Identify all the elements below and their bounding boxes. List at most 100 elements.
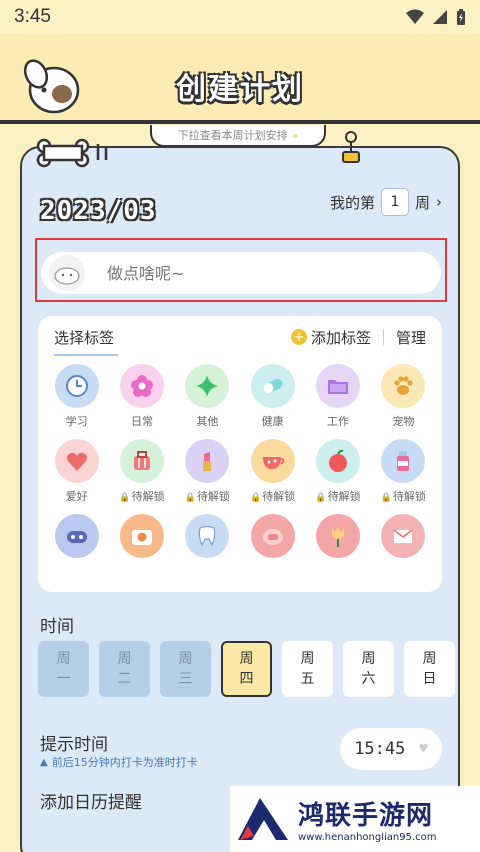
reminder-subtitle-text: 前后15分钟内打卡为准时打卡 bbox=[51, 756, 198, 769]
tag-label: 🔒待解锁 bbox=[250, 488, 295, 504]
lock-icon: 🔒 bbox=[380, 493, 392, 503]
weekday-button[interactable]: 周一 bbox=[38, 641, 89, 697]
tag-item[interactable] bbox=[371, 514, 436, 558]
clock-icon bbox=[54, 364, 99, 408]
weekday-button[interactable]: 周日 bbox=[404, 641, 455, 697]
heart-icon: ♥ bbox=[419, 741, 428, 757]
camera-icon bbox=[119, 514, 164, 558]
tag-label: 日常 bbox=[131, 413, 153, 429]
tag-label-text: 其他 bbox=[196, 415, 219, 428]
tag-label-text: 爱好 bbox=[65, 490, 88, 503]
reminder-subtitle: ▲ 前后15分钟内打卡为准时打卡 bbox=[40, 754, 198, 770]
tags-panel: 选择标签 + 添加标签 管理 学习 日常 其他 健康 工作 宠物 爱好 🔒待解锁 🔒待解锁 🔒待解… bbox=[38, 316, 442, 592]
tag-item[interactable] bbox=[240, 514, 305, 558]
weekday-button[interactable]: 周四 bbox=[221, 641, 272, 697]
dog-face-icon bbox=[49, 255, 85, 291]
manage-tags-button[interactable]: 管理 bbox=[396, 327, 426, 348]
tag-item[interactable]: 工作 bbox=[305, 364, 370, 429]
tag-item[interactable]: 爱好 bbox=[44, 439, 109, 504]
tag-label: 工作 bbox=[327, 413, 349, 429]
tag-label: 🔒待解锁 bbox=[315, 488, 360, 504]
tag-item[interactable]: 🔒待解锁 bbox=[109, 439, 174, 504]
tag-label-text: 待解锁 bbox=[131, 490, 165, 503]
week-selector[interactable]: 我的第 1 周 › bbox=[330, 188, 442, 216]
tag-label: 健康 bbox=[262, 413, 284, 429]
add-tag-button[interactable]: + 添加标签 bbox=[290, 327, 371, 348]
paw-icon bbox=[381, 364, 426, 408]
weekday-button[interactable]: 周五 bbox=[282, 641, 333, 697]
week-number: 1 bbox=[380, 188, 409, 216]
flower-icon bbox=[119, 364, 164, 408]
tag-label-text: 待解锁 bbox=[262, 490, 296, 503]
double-chevron-down-icon: » bbox=[291, 128, 299, 142]
heart-icon bbox=[54, 439, 99, 483]
header-divider bbox=[0, 120, 480, 124]
page-title: 创建计划 bbox=[176, 72, 304, 107]
weekday-button[interactable]: 周二 bbox=[99, 641, 150, 697]
signal-icon bbox=[433, 10, 447, 24]
tag-item[interactable] bbox=[44, 514, 109, 558]
folder-icon bbox=[315, 364, 360, 408]
battery-icon bbox=[457, 8, 465, 25]
tag-item[interactable]: 宠物 bbox=[371, 364, 436, 429]
tag-item[interactable]: 🔒待解锁 bbox=[371, 439, 436, 504]
apple-icon bbox=[315, 439, 360, 483]
watermark-title: 鸿联手游网 bbox=[298, 801, 434, 831]
month-display: 2023/03 bbox=[40, 196, 157, 226]
weekday-button[interactable]: 周三 bbox=[160, 641, 211, 697]
tags-header: 选择标签 + 添加标签 管理 bbox=[38, 316, 442, 358]
lipstick-icon bbox=[185, 439, 230, 483]
plan-input-highlight bbox=[35, 238, 447, 302]
tag-item[interactable]: 学习 bbox=[44, 364, 109, 429]
tag-item[interactable]: 🔒待解锁 bbox=[305, 439, 370, 504]
reminder-time-value: 15:45 bbox=[354, 739, 406, 759]
watermark-text: 鸿联手游网 www.henanhonglian95.com bbox=[298, 795, 437, 843]
bone-icon bbox=[36, 138, 108, 168]
lock-icon: 🔒 bbox=[184, 493, 196, 503]
weekday-button[interactable]: 周六 bbox=[343, 641, 394, 697]
tag-label-text: 工作 bbox=[326, 415, 349, 428]
reminder-time-picker[interactable]: 15:45 ♥ bbox=[340, 728, 442, 770]
lock-icon: 🔒 bbox=[315, 493, 327, 503]
tag-label-text: 待解锁 bbox=[196, 490, 230, 503]
tag-item[interactable] bbox=[109, 514, 174, 558]
lock-icon: 🔒 bbox=[250, 493, 262, 503]
tag-item[interactable] bbox=[175, 514, 240, 558]
pulldown-hint[interactable]: 下拉查看本周计划安排 » bbox=[150, 125, 326, 147]
tag-label: 🔒待解锁 bbox=[119, 488, 164, 504]
add-tag-label: 添加标签 bbox=[310, 328, 371, 347]
weekday-prefix: 周 bbox=[361, 651, 376, 667]
tag-item[interactable]: 其他 bbox=[175, 364, 240, 429]
hanging-tag-icon bbox=[342, 131, 360, 163]
weekday-label: 三 bbox=[178, 671, 193, 687]
pill-icon bbox=[250, 364, 295, 408]
tag-item[interactable] bbox=[305, 514, 370, 558]
tag-item[interactable]: 🔒待解锁 bbox=[175, 439, 240, 504]
tag-label-text: 待解锁 bbox=[327, 490, 361, 503]
plan-input-container[interactable] bbox=[41, 252, 441, 294]
bottle-icon bbox=[381, 439, 426, 483]
calendar-reminder-title[interactable]: 添加日历提醒 bbox=[40, 788, 142, 813]
weekday-label: 四 bbox=[239, 671, 254, 687]
tag-item[interactable]: 健康 bbox=[240, 364, 305, 429]
tags-title[interactable]: 选择标签 bbox=[54, 327, 119, 356]
tags-grid: 学习 日常 其他 健康 工作 宠物 爱好 🔒待解锁 🔒待解锁 🔒待解锁 🔒待解锁 🔒待解锁 bbox=[38, 358, 442, 558]
weekday-prefix: 周 bbox=[56, 651, 71, 667]
watermark-url: www.henanhonglian95.com bbox=[298, 832, 437, 843]
tag-label-text: 宠物 bbox=[392, 415, 415, 428]
weekday-label: 一 bbox=[56, 671, 71, 687]
tag-label-text: 健康 bbox=[261, 415, 284, 428]
piggy-icon bbox=[250, 514, 295, 558]
gamepad-icon bbox=[54, 514, 99, 558]
plan-name-input[interactable] bbox=[107, 263, 407, 283]
tulip-icon bbox=[315, 514, 360, 558]
status-time: 3:45 bbox=[14, 6, 51, 27]
tag-item[interactable]: 🔒待解锁 bbox=[240, 439, 305, 504]
weekday-prefix: 周 bbox=[178, 651, 193, 667]
tag-label: 🔒待解锁 bbox=[185, 488, 230, 504]
weekday-selector: 周一周二周三周四周五周六周日 bbox=[38, 641, 455, 697]
tag-item[interactable]: 日常 bbox=[109, 364, 174, 429]
tag-label: 🔒待解锁 bbox=[381, 488, 426, 504]
weekday-prefix: 周 bbox=[117, 651, 132, 667]
plus-icon: + bbox=[290, 329, 307, 345]
